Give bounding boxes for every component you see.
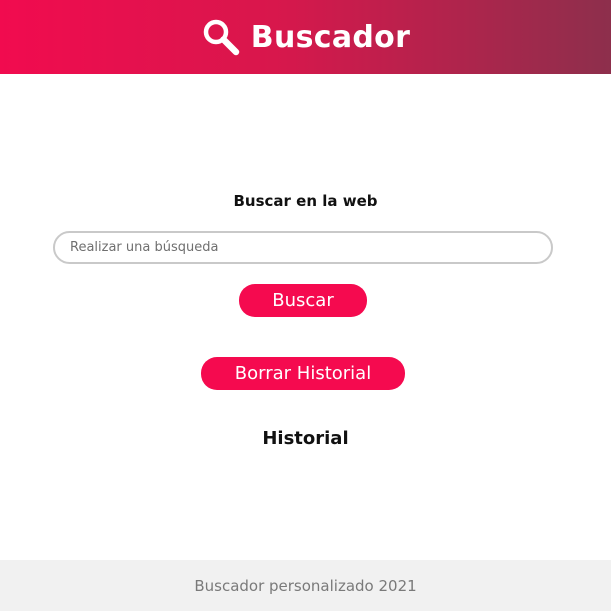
footer-text: Buscador personalizado 2021 [194,576,417,595]
app-title: Buscador [250,19,411,55]
search-button[interactable]: Buscar [239,284,367,317]
clear-history-button[interactable]: Borrar Historial [201,357,405,390]
page: Buscador Buscar en la web Buscar Borrar … [0,0,611,611]
search-heading: Buscar en la web [233,192,378,210]
header-brand: Buscador [201,17,410,57]
app-header: Buscador [0,0,611,74]
magnifying-glass-icon [203,19,240,56]
search-input[interactable] [53,231,553,264]
footer: Buscador personalizado 2021 [0,560,611,611]
history-heading: Historial [262,428,349,449]
